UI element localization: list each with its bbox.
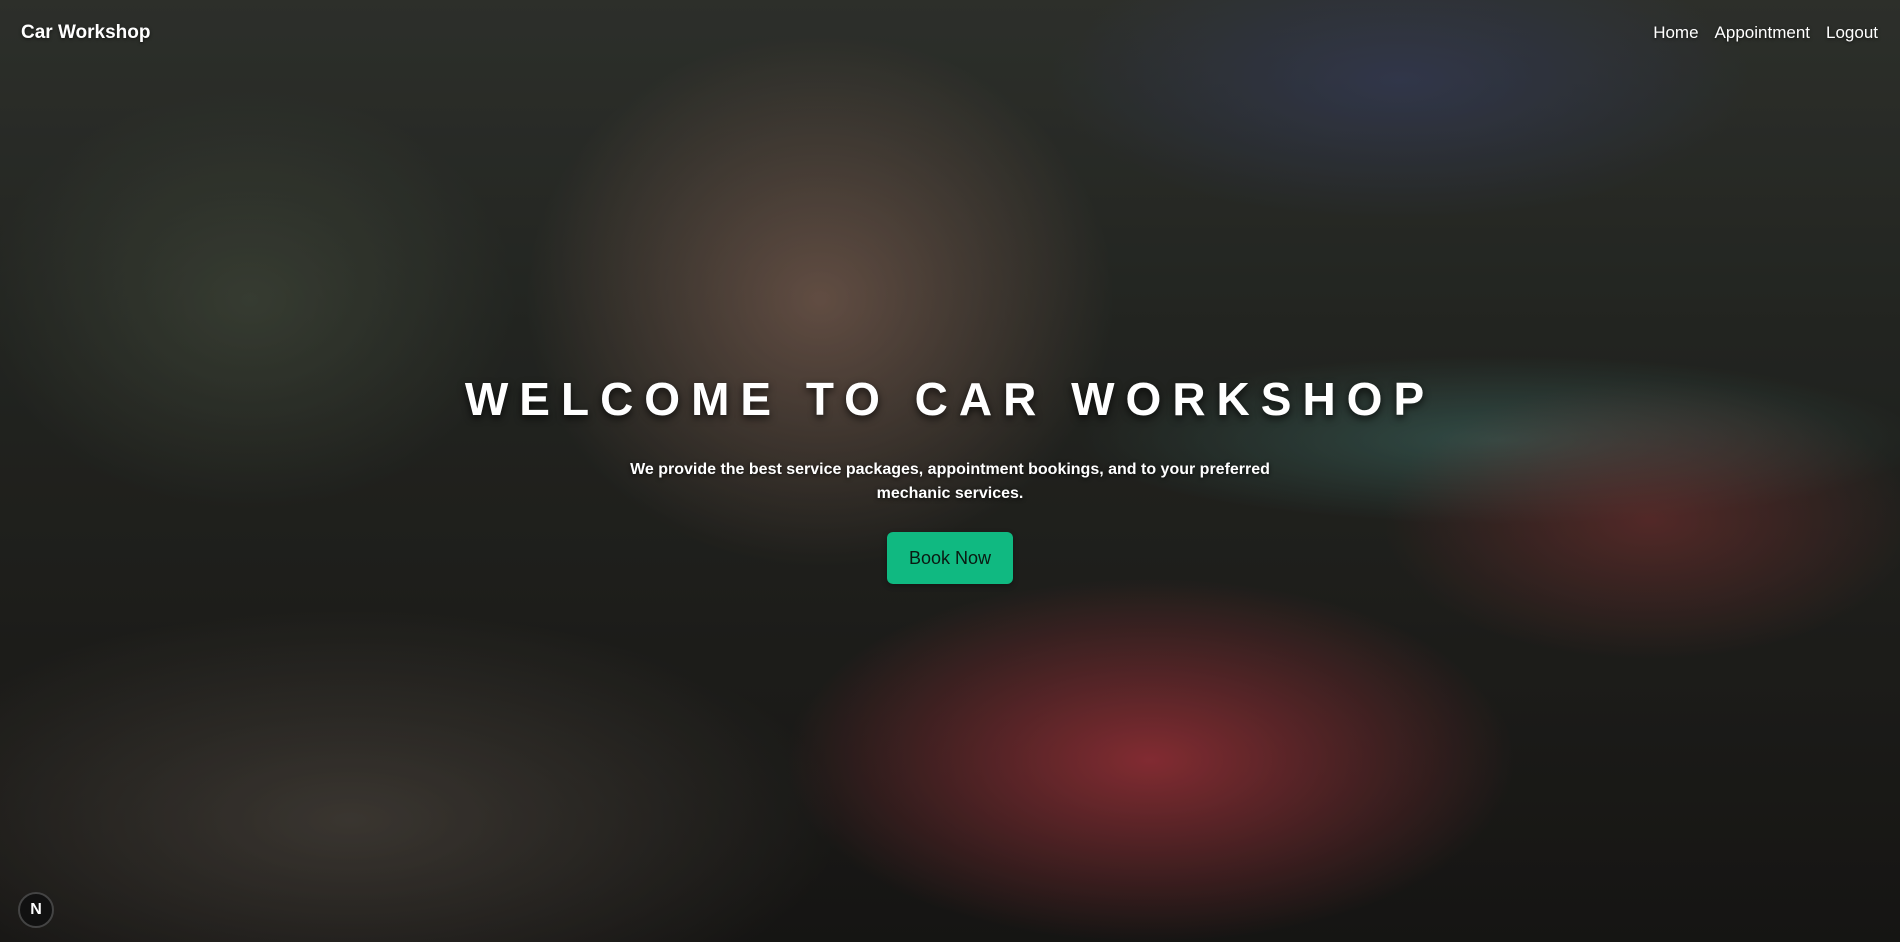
nextjs-icon[interactable]: N: [18, 892, 54, 928]
hero-subtitle: We provide the best service packages, ap…: [630, 461, 1270, 502]
nav-links: Home Appointment Logout: [1653, 23, 1878, 43]
book-now-button[interactable]: Book Now: [886, 532, 1014, 584]
brand-link[interactable]: Car Workshop: [21, 22, 151, 44]
nav-link-appointment[interactable]: Appointment: [1715, 23, 1810, 43]
nav-link-logout[interactable]: Logout: [1826, 23, 1878, 43]
page: Car Workshop Home Appointment Logout WEL…: [0, 0, 1900, 942]
hero-title: WELCOME TO CAR WORKSHOP: [464, 373, 1436, 425]
hero-section: WELCOME TO CAR WORKSHOP We provide the b…: [0, 372, 1900, 584]
nav-link-home[interactable]: Home: [1653, 23, 1698, 43]
navbar: Car Workshop Home Appointment Logout: [0, 0, 1900, 66]
badge-letter: N: [30, 901, 42, 918]
